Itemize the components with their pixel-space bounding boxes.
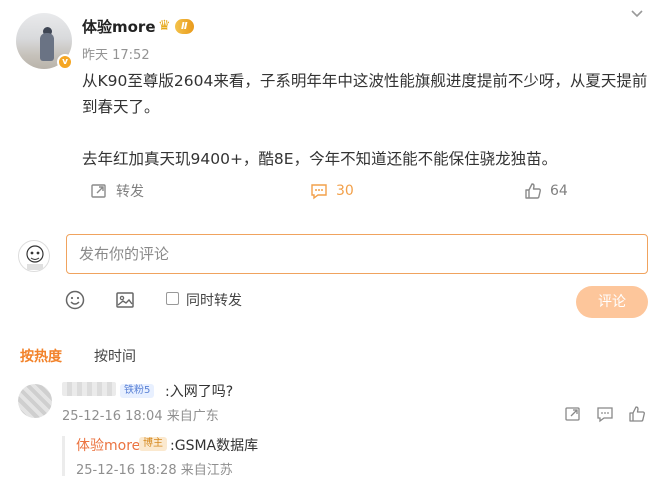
fan-badge: 铁粉5	[120, 384, 155, 398]
comment-text: :入网了吗?	[165, 384, 234, 400]
member-level-badge[interactable]: Ⅱ	[175, 19, 194, 34]
post-author-name[interactable]: 体验more	[82, 16, 156, 37]
comment-count: 30	[336, 183, 354, 199]
repost-icon	[91, 184, 106, 198]
verified-icon: v	[57, 54, 73, 70]
comment-icon	[311, 184, 327, 200]
reply-author-name[interactable]: 体验more	[76, 435, 140, 455]
crown-icon: ♛	[158, 18, 171, 34]
commenter-avatar[interactable]	[18, 384, 52, 418]
tab-sort-hot[interactable]: 按热度	[20, 346, 62, 366]
tab-sort-time[interactable]: 按时间	[94, 346, 136, 366]
my-avatar	[18, 240, 50, 272]
reply-divider	[62, 436, 65, 476]
reply-meta: 25-12-16 18:28 来自江苏	[76, 463, 233, 478]
post-text-paragraph: 从K90至尊版2604来看，子系明年年中这波性能旗舰进度提前不少呀，从夏天提前到…	[82, 72, 648, 116]
like-count: 64	[550, 183, 568, 199]
repost-checkbox-label[interactable]: 同时转发	[186, 290, 242, 310]
author-badge: 博主	[139, 437, 167, 451]
emoji-icon[interactable]	[64, 289, 86, 311]
like-button[interactable]: 64	[524, 178, 568, 204]
post-text-paragraph: 去年红加真天玑9400+，酷8E，今年不知道还能不能保住骁龙独苗。	[82, 150, 558, 168]
share-icon[interactable]	[564, 405, 582, 423]
chevron-down-icon[interactable]	[626, 6, 648, 28]
repost-checkbox[interactable]	[166, 292, 179, 305]
reply-icon[interactable]	[596, 405, 614, 423]
repost-label: 转发	[116, 184, 144, 200]
thumbs-up-icon	[525, 183, 541, 199]
thumbs-up-icon[interactable]	[628, 405, 646, 423]
submit-comment-button[interactable]: 评论	[576, 286, 648, 318]
comment-button[interactable]: 30	[310, 178, 354, 204]
repost-button[interactable]: 转发	[90, 178, 144, 204]
post-timestamp[interactable]: 昨天 17:52	[82, 44, 150, 63]
image-icon[interactable]	[114, 289, 136, 311]
commenter-name-blurred[interactable]	[62, 382, 116, 396]
comment-meta: 25-12-16 18:04 来自广东	[62, 409, 219, 424]
comment-input[interactable]	[66, 234, 648, 274]
reply-text: :GSMA数据库	[170, 438, 259, 454]
